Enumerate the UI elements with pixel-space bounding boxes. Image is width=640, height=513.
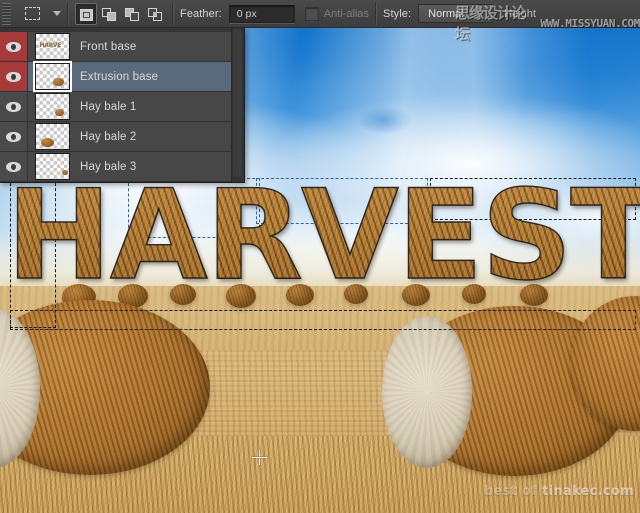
- intersect-selection-button[interactable]: [144, 3, 166, 25]
- layer-name-hay-bale-3: Hay bale 3: [80, 160, 137, 173]
- eye-icon: [6, 101, 21, 112]
- layer-row-hay-bale-1[interactable]: Hay bale 1: [0, 92, 244, 122]
- tool-options-bar: Feather: 0 px Anti-alias Style: Normal H…: [0, 0, 640, 28]
- new-selection-icon: [80, 8, 93, 21]
- hay-bale-face: [382, 316, 472, 468]
- layer-visibility-toggle[interactable]: [0, 62, 28, 91]
- layer-thumbnail-hay-bale-1: [34, 93, 70, 120]
- layer-thumbnail-cell[interactable]: [28, 61, 76, 92]
- layer-visibility-toggle[interactable]: [0, 122, 28, 151]
- layers-panel-scrollbar[interactable]: [231, 28, 244, 182]
- layer-thumbnail-cell[interactable]: HARVE: [28, 33, 76, 60]
- layer-thumbnail-hay-bale-2: [34, 123, 70, 150]
- layer-thumbnail-extrusion-base: [32, 61, 72, 92]
- options-bar-grip[interactable]: [2, 2, 11, 25]
- layer-thumbnail-cell[interactable]: [28, 123, 76, 150]
- layer-row-hay-bale-2[interactable]: Hay bale 2: [0, 122, 244, 152]
- layer-visibility-toggle[interactable]: [0, 92, 28, 121]
- selection-mode-group: [75, 2, 166, 25]
- eye-icon: [6, 71, 21, 82]
- style-dropdown[interactable]: Normal: [418, 4, 495, 23]
- layer-name-extrusion-base: Extrusion base: [80, 70, 159, 83]
- hay-bale-face: [0, 308, 40, 468]
- anti-alias-control[interactable]: Anti-alias: [304, 6, 370, 21]
- harvest-selection-outline: HARVEST: [5, 164, 640, 308]
- layers-panel-scrollbar-thumb[interactable]: [233, 29, 242, 177]
- layer-visibility-toggle[interactable]: [0, 152, 28, 181]
- marquee-box-baseline: [10, 310, 636, 330]
- layer-name-front-base: Front base: [80, 40, 137, 53]
- layer-row-hay-bale-3[interactable]: Hay bale 3: [0, 152, 244, 182]
- layer-thumbnail-hay-bale-3: [34, 153, 70, 180]
- style-label: Style:: [383, 7, 412, 20]
- layer-thumbnail-front-base: HARVE: [34, 33, 70, 60]
- anti-alias-checkbox[interactable]: [304, 6, 319, 21]
- new-selection-button[interactable]: [75, 2, 97, 25]
- height-label: Height: [504, 7, 536, 20]
- chevron-down-icon[interactable]: [53, 11, 61, 16]
- divider: [172, 2, 174, 25]
- layer-row-front-base[interactable]: HARVE Front base: [0, 32, 244, 62]
- layer-thumbnail-label: HARVE: [39, 42, 62, 49]
- layer-row-extrusion-base[interactable]: Extrusion base: [0, 61, 244, 92]
- add-to-selection-button[interactable]: [98, 3, 120, 25]
- photoshop-window: HARVEST HARVEST best of tinakec.com HARV…: [0, 0, 640, 513]
- feather-label: Feather:: [180, 7, 222, 20]
- layer-name-hay-bale-1: Hay bale 1: [80, 100, 137, 113]
- layers-panel[interactable]: HARVE Front base Extrusion base Hay bale…: [0, 28, 245, 183]
- layer-thumbnail-cell[interactable]: [28, 153, 76, 180]
- tool-preset-picker[interactable]: [15, 2, 49, 26]
- anti-alias-label: Anti-alias: [323, 7, 370, 20]
- eye-icon: [6, 161, 21, 172]
- layer-thumbnail-cell[interactable]: [28, 93, 76, 120]
- feather-input[interactable]: 0 px: [228, 4, 295, 23]
- divider: [67, 2, 69, 25]
- divider: [375, 2, 378, 25]
- eye-icon: [6, 41, 21, 52]
- subtract-from-selection-button[interactable]: [121, 3, 143, 25]
- layer-visibility-toggle[interactable]: [0, 32, 28, 61]
- eye-icon: [6, 131, 21, 142]
- rectangular-marquee-icon: [24, 7, 40, 20]
- layer-name-hay-bale-2: Hay bale 2: [80, 130, 137, 143]
